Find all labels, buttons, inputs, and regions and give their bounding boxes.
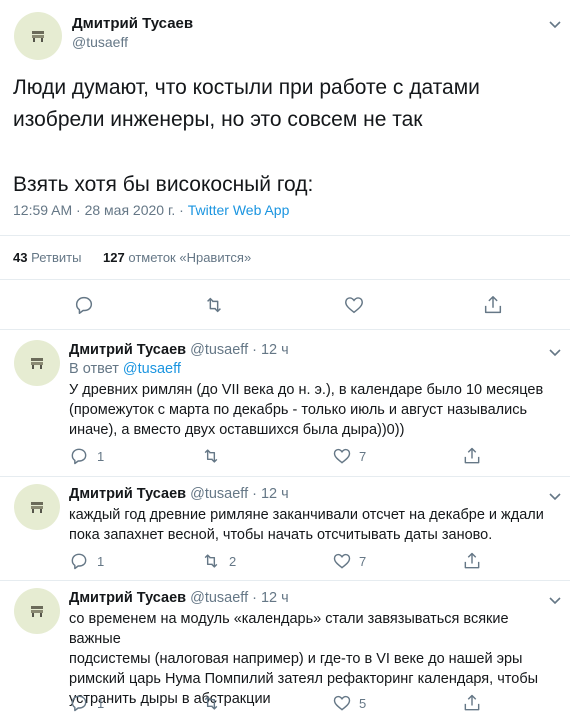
tweet-stats: 43 Ретвиты 127 отметок «Нравится»: [13, 250, 251, 265]
reply-to-handle[interactable]: @tusaeff: [123, 361, 181, 377]
like-icon[interactable]: [332, 551, 352, 571]
author-handle[interactable]: @tusaeff: [72, 34, 128, 50]
reply-text: каждый год древние римляне заканчивали о…: [69, 505, 564, 545]
author-name[interactable]: Дмитрий Тусаев: [69, 486, 186, 502]
like-count: 5: [359, 696, 367, 711]
divider: [0, 279, 570, 280]
reply-line: каждый год древние римляне заканчивали о…: [69, 507, 544, 523]
share-icon[interactable]: [462, 693, 482, 713]
share-icon[interactable]: [462, 551, 482, 571]
avatar-image: [32, 31, 44, 42]
reply-line: У древних римлян (до VII века до н. э.),…: [69, 382, 544, 398]
reply-line: римский царь Нума Помпилий затеял рефакт…: [69, 671, 539, 687]
likes-label: отметок «Нравится»: [128, 250, 252, 265]
avatar-image: [31, 606, 43, 617]
tweet-text-line: изобрели инженеры, но это совсем не так: [13, 108, 423, 131]
avatar-image: [31, 358, 43, 369]
action-bar: 1 2 7: [69, 551, 549, 571]
reply-line: иначе), а вместо двух оставшихся была ды…: [69, 422, 405, 438]
reply-header: Дмитрий Тусаев @tusaeff · 12 ч: [69, 590, 289, 606]
reply-icon[interactable]: [69, 446, 89, 466]
avatar[interactable]: [14, 340, 60, 386]
tweet-text-line: Взять хотя бы високосный год:: [13, 173, 314, 196]
chevron-down-icon[interactable]: [548, 489, 562, 501]
divider: [0, 235, 570, 236]
action-bar: 1 5: [69, 693, 549, 713]
chevron-down-icon[interactable]: [548, 17, 562, 29]
reply-to-label: В ответ: [69, 361, 119, 377]
share-icon[interactable]: [462, 446, 482, 466]
reply-line: (промежуток с марта по декабрь - только …: [69, 402, 528, 418]
share-icon[interactable]: [482, 294, 504, 316]
likes-count: 127: [103, 250, 125, 265]
reply-line: пока запахнет весной, чтобы начать отсчи…: [69, 527, 493, 543]
reply-header: Дмитрий Тусаев @tusaeff · 12 ч: [69, 486, 289, 502]
chevron-down-icon[interactable]: [548, 345, 562, 357]
divider: [0, 476, 570, 477]
timestamp[interactable]: 12:59 AM · 28 мая 2020 г. ·: [13, 202, 184, 218]
likes-stat[interactable]: 127 отметок «Нравится»: [103, 250, 251, 265]
divider: [0, 580, 570, 581]
like-icon[interactable]: [343, 294, 365, 316]
retweets-label: Ретвиты: [31, 250, 82, 265]
author-name[interactable]: Дмитрий Тусаев: [69, 590, 186, 606]
avatar[interactable]: [14, 12, 62, 60]
retweet-icon[interactable]: [203, 294, 225, 316]
source-link[interactable]: Twitter Web App: [188, 202, 290, 218]
retweet-icon[interactable]: [201, 693, 221, 713]
divider: [0, 329, 570, 330]
reply-count: 1: [97, 554, 105, 569]
reply-text: У древних римлян (до VII века до н. э.),…: [69, 380, 564, 440]
avatar-image: [31, 502, 43, 513]
author-name[interactable]: Дмитрий Тусаев: [72, 15, 193, 32]
retweet-count: 2: [229, 554, 237, 569]
retweets-count: 43: [13, 250, 28, 265]
retweet-icon[interactable]: [201, 446, 221, 466]
reply-header: Дмитрий Тусаев @tusaeff · 12 ч: [69, 342, 289, 358]
reply-count: 1: [97, 449, 105, 464]
chevron-down-icon[interactable]: [548, 593, 562, 605]
author-name[interactable]: Дмитрий Тусаев: [69, 342, 186, 358]
retweets-stat[interactable]: 43 Ретвиты: [13, 250, 85, 265]
reply-count: 1: [97, 696, 105, 711]
like-count: 7: [359, 449, 367, 464]
reply-icon[interactable]: [69, 693, 89, 713]
reply-icon[interactable]: [69, 551, 89, 571]
reply-to: В ответ @tusaeff: [69, 361, 181, 377]
reply-line: со временем на модуль «календарь» стали …: [69, 611, 509, 647]
reply-line: подсистемы (налоговая например) и где-то…: [69, 651, 523, 667]
action-bar: 1 7: [69, 446, 549, 466]
reply-icon[interactable]: [73, 294, 95, 316]
handle-time[interactable]: @tusaeff · 12 ч: [190, 590, 289, 606]
tweet-text-line: Люди думают, что костыли при работе с да…: [13, 76, 480, 99]
handle-time[interactable]: @tusaeff · 12 ч: [190, 342, 289, 358]
tweet-meta: 12:59 AM · 28 мая 2020 г. · Twitter Web …: [13, 202, 289, 218]
avatar[interactable]: [14, 588, 60, 634]
handle-time[interactable]: @tusaeff · 12 ч: [190, 486, 289, 502]
like-icon[interactable]: [332, 693, 352, 713]
like-count: 7: [359, 554, 367, 569]
like-icon[interactable]: [332, 446, 352, 466]
tweet-text: Люди думают, что костыли при работе с да…: [13, 72, 563, 201]
retweet-icon[interactable]: [201, 551, 221, 571]
avatar[interactable]: [14, 484, 60, 530]
